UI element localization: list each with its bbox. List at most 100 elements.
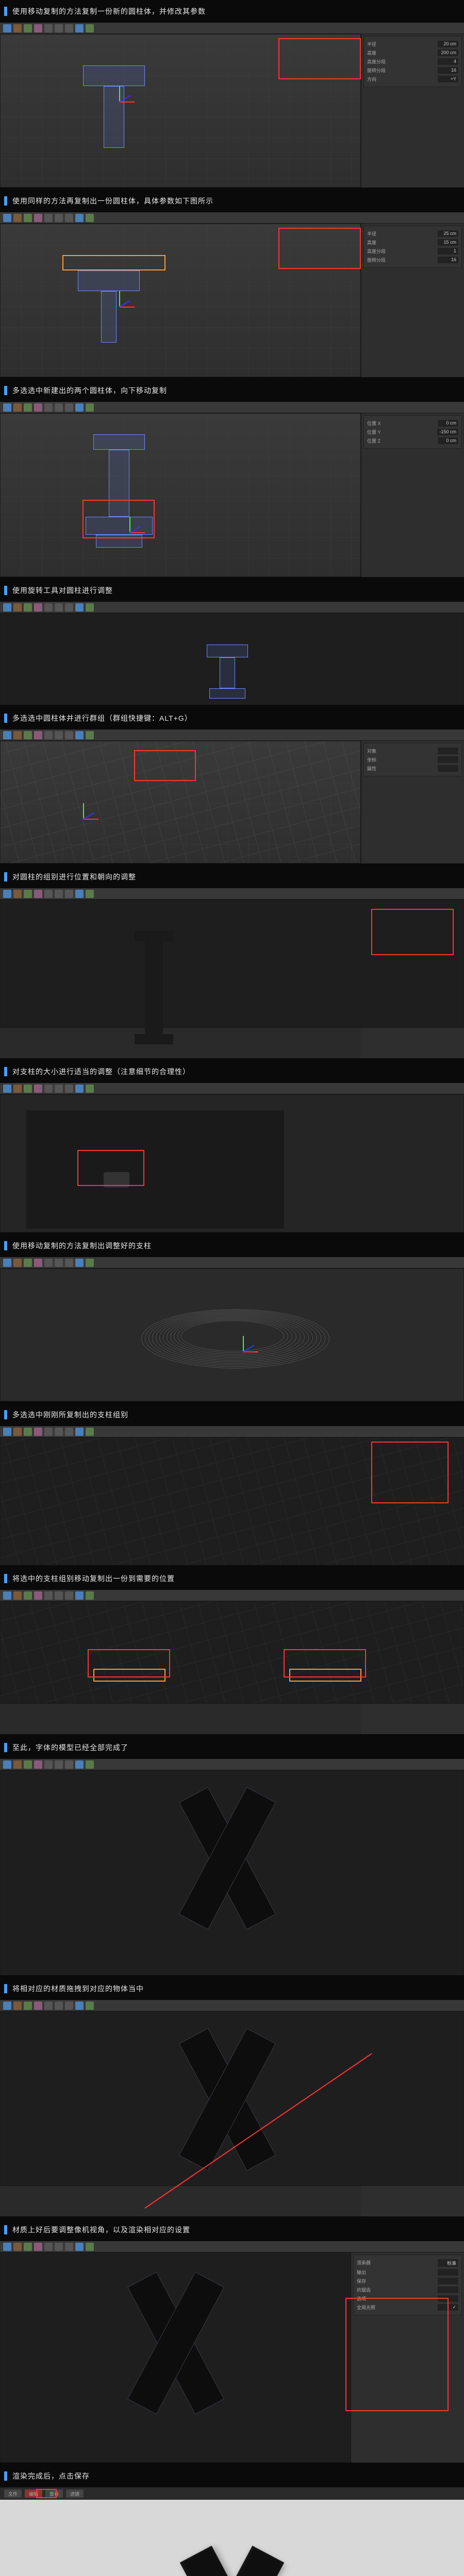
property-row[interactable]: 位置 Z0 cm xyxy=(367,436,458,445)
toolbar-button[interactable] xyxy=(86,2243,94,2251)
toolbar-button[interactable] xyxy=(34,24,42,32)
toolbar-button[interactable] xyxy=(55,24,63,32)
toolbar-button[interactable] xyxy=(34,731,42,739)
toolbar-button[interactable] xyxy=(24,2002,32,2010)
toolbar-button[interactable] xyxy=(86,24,94,32)
toolbar-button[interactable] xyxy=(55,2243,63,2251)
property-row[interactable]: 旋转分段16 xyxy=(367,66,458,75)
toolbar-button[interactable] xyxy=(24,403,32,412)
property-value[interactable] xyxy=(438,765,458,772)
toolbar-button[interactable] xyxy=(86,1428,94,1436)
transform-gizmo[interactable] xyxy=(227,1336,258,1367)
viewport[interactable] xyxy=(0,613,464,705)
toolbar-button[interactable] xyxy=(55,214,63,222)
toolbar-button[interactable] xyxy=(86,890,94,898)
toolbar-button[interactable] xyxy=(13,2002,22,2010)
viewport[interactable] xyxy=(0,2252,351,2463)
property-value[interactable] xyxy=(438,2278,458,2284)
toolbar-button[interactable] xyxy=(86,603,94,612)
toolbar-button[interactable] xyxy=(44,24,53,32)
toolbar-button[interactable] xyxy=(55,2002,63,2010)
toolbar-button[interactable] xyxy=(55,603,63,612)
property-value[interactable] xyxy=(438,756,458,763)
toolbar-button[interactable] xyxy=(55,890,63,898)
viewport[interactable] xyxy=(0,1094,464,1232)
toolbar-button[interactable] xyxy=(44,1084,53,1093)
property-row[interactable]: 抗锯齿 xyxy=(357,2285,458,2294)
toolbar-button[interactable] xyxy=(55,731,63,739)
toolbar-button[interactable] xyxy=(65,1760,73,1769)
property-row[interactable]: 高度分段1 xyxy=(367,247,458,256)
toolbar-button[interactable] xyxy=(65,403,73,412)
gizmo-x-axis[interactable] xyxy=(243,1351,258,1352)
toolbar-button[interactable] xyxy=(34,2243,42,2251)
toolbar-button[interactable] xyxy=(13,1428,22,1436)
toolbar-button[interactable] xyxy=(3,1084,11,1093)
toolbar-button[interactable] xyxy=(86,1760,94,1769)
property-row[interactable]: 位置 Y-150 cm xyxy=(367,428,458,436)
toolbar-button[interactable] xyxy=(13,1591,22,1600)
toolbar-button[interactable] xyxy=(13,214,22,222)
toolbar-button[interactable] xyxy=(65,1259,73,1267)
toolbar-button[interactable] xyxy=(24,731,32,739)
toolbar-button[interactable] xyxy=(3,1591,11,1600)
toolbar-button[interactable] xyxy=(24,603,32,612)
toolbar-button[interactable] xyxy=(65,2243,73,2251)
property-value[interactable]: 标准 xyxy=(438,2259,458,2267)
toolbar-button[interactable] xyxy=(3,731,11,739)
property-row[interactable]: 方向+Y xyxy=(367,75,458,83)
toolbar-button[interactable] xyxy=(24,24,32,32)
property-row[interactable]: 保存 xyxy=(357,2277,458,2285)
toolbar-button[interactable] xyxy=(44,2002,53,2010)
toolbar-button[interactable] xyxy=(75,1428,84,1436)
toolbar-button[interactable] xyxy=(34,603,42,612)
toolbar-button[interactable] xyxy=(34,1591,42,1600)
toolbar-button[interactable] xyxy=(75,731,84,739)
toolbar-button[interactable] xyxy=(75,214,84,222)
toolbar-button[interactable] xyxy=(75,603,84,612)
transform-gizmo[interactable] xyxy=(68,803,98,834)
toolbar-button[interactable] xyxy=(13,403,22,412)
property-row[interactable]: 渲染器标准 xyxy=(357,2258,458,2268)
toolbar-button[interactable] xyxy=(24,1591,32,1600)
toolbar-button[interactable] xyxy=(13,24,22,32)
toolbar-button[interactable] xyxy=(13,1084,22,1093)
toolbar-button[interactable] xyxy=(75,1760,84,1769)
toolbar-button[interactable] xyxy=(44,1760,53,1769)
toolbar-button[interactable] xyxy=(34,1428,42,1436)
toolbar-button[interactable] xyxy=(65,1428,73,1436)
property-row[interactable]: 旋转分段16 xyxy=(367,256,458,264)
property-row[interactable]: 半径20 cm xyxy=(367,40,458,48)
toolbar-button[interactable] xyxy=(44,890,53,898)
property-value[interactable]: 4 xyxy=(438,58,458,65)
toolbar-button[interactable] xyxy=(13,1259,22,1267)
toolbar-button[interactable] xyxy=(65,214,73,222)
property-value[interactable] xyxy=(438,2286,458,2293)
toolbar-button[interactable] xyxy=(44,1428,53,1436)
toolbar-button[interactable] xyxy=(3,1428,11,1436)
toolbar-button[interactable] xyxy=(3,2002,11,2010)
toolbar-button[interactable] xyxy=(3,603,11,612)
toolbar-button[interactable] xyxy=(55,1428,63,1436)
gizmo-x-axis[interactable] xyxy=(119,101,135,103)
property-value[interactable]: 1 xyxy=(438,248,458,255)
toolbar-button[interactable] xyxy=(75,1084,84,1093)
property-row[interactable]: 高度分段4 xyxy=(367,57,458,66)
property-row[interactable]: 半径25 cm xyxy=(367,229,458,238)
toolbar-button[interactable] xyxy=(44,731,53,739)
property-value[interactable]: 20 cm xyxy=(438,41,458,47)
property-row[interactable]: 高度200 cm xyxy=(367,48,458,57)
toolbar-button[interactable] xyxy=(55,1760,63,1769)
render-menu-button[interactable]: 滤镜 xyxy=(66,2489,84,2498)
toolbar-button[interactable] xyxy=(75,2002,84,2010)
toolbar-button[interactable] xyxy=(65,603,73,612)
property-row[interactable]: 高度15 cm xyxy=(367,238,458,247)
toolbar-button[interactable] xyxy=(65,2002,73,2010)
gizmo-y-axis[interactable] xyxy=(83,803,84,819)
toolbar-button[interactable] xyxy=(65,890,73,898)
toolbar-button[interactable] xyxy=(3,1259,11,1267)
toolbar-button[interactable] xyxy=(55,1259,63,1267)
transform-gizmo[interactable] xyxy=(104,86,135,117)
gizmo-y-axis[interactable] xyxy=(243,1336,244,1351)
property-value[interactable] xyxy=(438,2269,458,2276)
